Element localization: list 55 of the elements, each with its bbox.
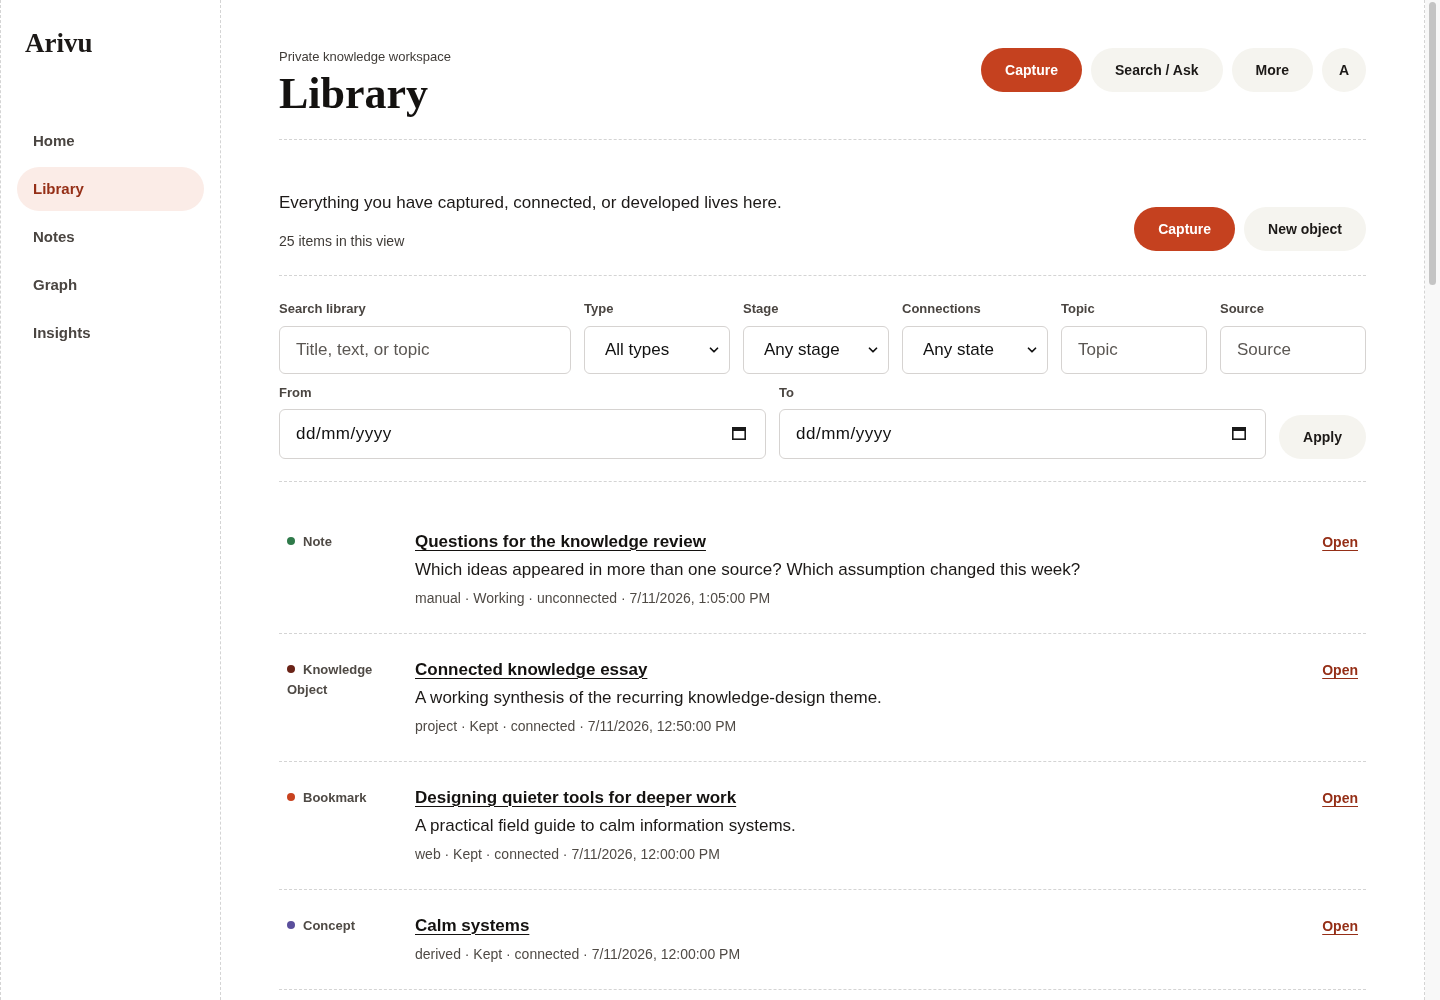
page-title: Library	[279, 68, 430, 120]
item-type: Bookmark	[303, 790, 367, 805]
calendar-icon[interactable]	[732, 427, 747, 440]
field-label: Type	[584, 300, 615, 318]
scrollbar-thumb[interactable]	[1429, 2, 1436, 285]
field-label: Topic	[1061, 300, 1096, 318]
apply-button[interactable]: Apply	[1279, 415, 1366, 459]
logo: Arivu	[24, 27, 94, 59]
field-label: Stage	[743, 300, 780, 318]
item-meta: web · Kept · connected · 7/11/2026, 12:00:00 PM	[415, 845, 720, 864]
date-field[interactable]: dd/mm/yyyy	[779, 409, 1267, 459]
calendar-icon[interactable]	[1232, 427, 1247, 440]
nav-item[interactable]: Home	[17, 119, 204, 163]
field-label: Source	[1220, 300, 1266, 318]
item-meta: project · Kept · connected · 7/11/2026, 12:50:00 PM	[415, 717, 737, 736]
item-type: Knowledge Object	[287, 662, 373, 697]
item-title-link[interactable]: Connected knowledge essay	[415, 656, 648, 684]
field-label: Connections	[902, 300, 982, 318]
nav-item[interactable]: Insights	[17, 311, 204, 355]
text-field[interactable]: Title, text, or topic	[279, 326, 571, 374]
primary-button[interactable]: Capture	[981, 48, 1082, 92]
item-description: A practical field guide to calm information systems.	[415, 815, 796, 837]
select-field[interactable]: Any state	[902, 326, 1048, 374]
item-description: A working synthesis of the recurring knowledge-design theme.	[415, 687, 882, 709]
field-label: Search library	[279, 300, 367, 318]
open-link[interactable]: Open	[1322, 662, 1358, 678]
open-link[interactable]: Open	[1322, 918, 1358, 934]
nav-item[interactable]: Graph	[17, 263, 204, 307]
secondary-button[interactable]: More	[1231, 48, 1313, 92]
item-count: 25 items in this view	[279, 232, 406, 251]
item-title-link[interactable]: Calm systems	[415, 912, 530, 940]
text-field[interactable]: Source	[1220, 326, 1366, 374]
intro-text: Everything you have captured, connected, or developed lives here.	[279, 192, 782, 214]
field-label: From	[279, 384, 313, 402]
open-link[interactable]: Open	[1322, 534, 1358, 550]
item-type: Concept	[303, 918, 355, 933]
date-field[interactable]: dd/mm/yyyy	[279, 409, 767, 459]
item-meta: manual · Working · unconnected · 7/11/2026, 1:05:00 PM	[415, 589, 771, 608]
item-description: Which ideas appeared in more than one source? Which assumption changed this week?	[415, 559, 1081, 581]
select-field[interactable]: All types	[584, 326, 730, 374]
item-type: Note	[303, 534, 332, 549]
item-meta: derived · Kept · connected · 7/11/2026, 12:00:00 PM	[415, 945, 741, 964]
eyebrow-text: Private knowledge workspace	[279, 48, 451, 66]
avatar-button[interactable]: A	[1322, 48, 1366, 92]
nav-item[interactable]: Notes	[17, 215, 204, 259]
open-link[interactable]: Open	[1322, 790, 1358, 806]
select-field[interactable]: Any stage	[743, 326, 889, 374]
item-title-link[interactable]: Designing quieter tools for deeper work	[415, 784, 737, 812]
nav-item[interactable]: Library	[17, 167, 204, 211]
item-title-link[interactable]: Questions for the knowledge review	[415, 528, 706, 556]
text-field[interactable]: Topic	[1061, 326, 1207, 374]
primary-button[interactable]: Capture	[1134, 207, 1236, 251]
secondary-button[interactable]: Search / Ask	[1091, 48, 1223, 92]
field-label: To	[779, 384, 795, 402]
secondary-button[interactable]: New object	[1244, 207, 1366, 251]
